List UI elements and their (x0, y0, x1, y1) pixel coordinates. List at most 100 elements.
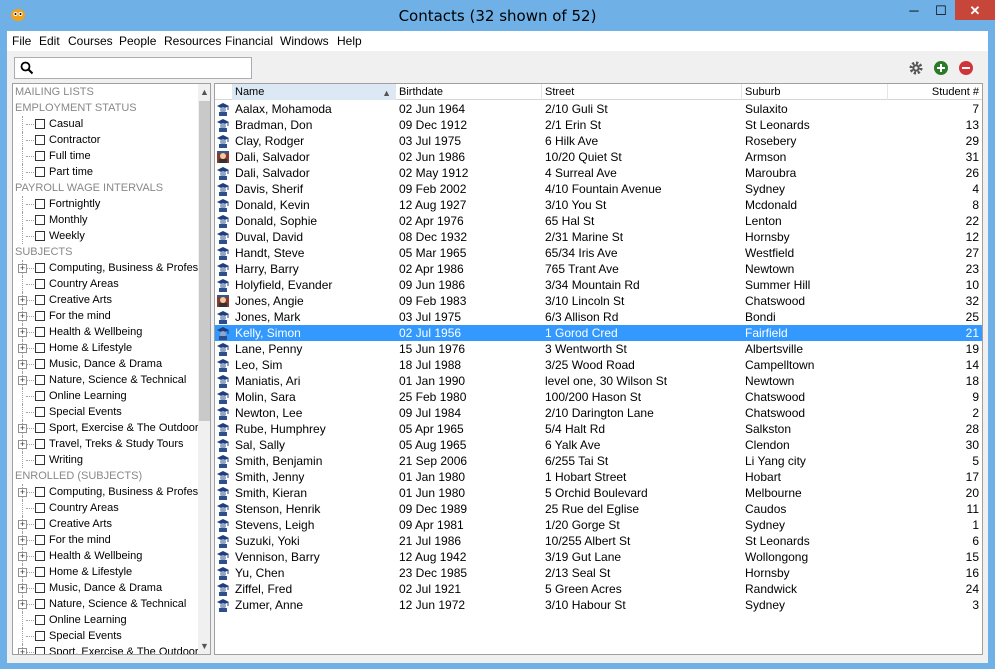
sidebar-item[interactable]: + Sport, Exercise & The Outdoor (13, 420, 199, 436)
sidebar-item[interactable]: Part time (13, 164, 198, 180)
search-box[interactable] (14, 57, 252, 79)
sidebar-checkbox[interactable] (35, 519, 45, 529)
table-row[interactable]: Jones, Mark 03 Jul 1975 6/3 Allison Rd Bond… (215, 309, 982, 325)
table-row[interactable]: Harry, Barry 02 Apr 1986 765 Trant Ave Newt… (215, 261, 982, 277)
sidebar-item[interactable]: + Home & Lifestyle (13, 564, 198, 580)
minimize-button[interactable]: ─ (900, 0, 928, 22)
sidebar-item[interactable]: Online Learning (13, 612, 198, 628)
sidebar-scrollbar[interactable]: ▲ ▼ (198, 84, 210, 654)
sidebar-checkbox[interactable] (35, 311, 45, 321)
sidebar-item[interactable]: + Nature, Science & Technical (13, 596, 198, 612)
sidebar-checkbox[interactable] (35, 615, 45, 625)
sidebar-tree[interactable]: MAILING LISTS EMPLOYMENT STATUS Casual Cont… (12, 83, 211, 655)
sidebar-checkbox[interactable] (35, 119, 45, 129)
table-row[interactable]: Handt, Steve 05 Mar 1965 65/34 Iris Ave Wes… (215, 245, 982, 261)
table-row[interactable]: Lane, Penny 15 Jun 1976 3 Wentworth St Albe… (215, 341, 982, 357)
column-header-street[interactable]: Street (542, 84, 742, 100)
sidebar-item[interactable]: Weekly (13, 228, 198, 244)
sidebar-checkbox[interactable] (35, 551, 45, 561)
sidebar-item[interactable]: + For the mind (13, 308, 198, 324)
close-button[interactable]: ✕ (955, 0, 995, 20)
table-row[interactable]: Davis, Sherif 09 Feb 2002 4/10 Fountain Av… (215, 181, 982, 197)
sidebar-item[interactable]: Online Learning (13, 388, 198, 404)
sidebar-item[interactable]: Country Areas (13, 500, 198, 516)
sidebar-item[interactable]: Contractor (13, 132, 198, 148)
table-row[interactable]: Stenson, Henrik 09 Dec 1989 25 Rue del Egl… (215, 501, 982, 517)
sidebar-item[interactable]: Monthly (13, 212, 198, 228)
sidebar-checkbox[interactable] (35, 343, 45, 353)
maximize-button[interactable]: ☐ (928, 0, 954, 22)
sidebar-item[interactable]: + Sport, Exercise & The Outdoor (13, 644, 199, 654)
expand-icon[interactable]: + (18, 344, 27, 353)
remove-icon[interactable] (958, 60, 974, 76)
menu-resources[interactable]: Resources (164, 34, 221, 48)
table-row[interactable]: Kelly, Simon 02 Jul 1956 1 Gorod Cred Fairf… (215, 325, 982, 341)
table-row[interactable]: Dali, Salvador 02 May 1912 4 Surreal Ave Ma… (215, 165, 982, 181)
table-row[interactable]: Donald, Kevin 12 Aug 1927 3/10 You St Mcdon… (215, 197, 982, 213)
table-row[interactable]: Zumer, Anne 12 Jun 1972 3/10 Habour St Sydn… (215, 597, 982, 613)
sidebar-item[interactable]: Full time (13, 148, 198, 164)
search-input[interactable] (39, 60, 247, 76)
table-row[interactable]: Aalax, Mohamoda 02 Jun 1964 2/10 Guli St Su… (215, 101, 982, 117)
column-header-suburb[interactable]: Suburb (742, 84, 888, 100)
table-row[interactable]: Donald, Sophie 02 Apr 1976 65 Hal St Lenton… (215, 213, 982, 229)
column-header-name[interactable]: Name ▲ (232, 84, 396, 100)
sidebar-item[interactable]: + Health & Wellbeing (13, 548, 198, 564)
sidebar-item[interactable]: Writing (13, 452, 198, 468)
sidebar-checkbox[interactable] (35, 583, 45, 593)
sidebar-checkbox[interactable] (35, 295, 45, 305)
add-icon[interactable] (933, 60, 949, 76)
sidebar-item[interactable]: Country Areas (13, 276, 198, 292)
sidebar-checkbox[interactable] (35, 215, 45, 225)
sidebar-checkbox[interactable] (35, 455, 45, 465)
sidebar-item[interactable]: Casual (13, 116, 198, 132)
expand-icon[interactable]: + (18, 440, 27, 449)
table-row[interactable]: Molin, Sara 25 Feb 1980 100/200 Hason St Ch… (215, 389, 982, 405)
sidebar-item[interactable]: + Music, Dance & Drama (13, 580, 198, 596)
table-row[interactable]: Clay, Rodger 03 Jul 1975 6 Hilk Ave Roseber… (215, 133, 982, 149)
table-row[interactable]: Yu, Chen 23 Dec 1985 2/13 Seal St Hornsby 16 (215, 565, 982, 581)
menu-help[interactable]: Help (337, 34, 362, 48)
table-row[interactable]: Smith, Benjamin 21 Sep 2006 6/255 Tai St Li… (215, 453, 982, 469)
sidebar-item[interactable]: + Travel, Treks & Study Tours (13, 436, 198, 452)
sidebar-checkbox[interactable] (35, 151, 45, 161)
menu-file[interactable]: File (12, 34, 31, 48)
gear-icon[interactable] (908, 60, 924, 76)
column-header-student-number[interactable]: Student # (888, 84, 982, 100)
expand-icon[interactable]: + (18, 536, 27, 545)
expand-icon[interactable]: + (18, 360, 27, 369)
sidebar-item[interactable]: + Nature, Science & Technical (13, 372, 198, 388)
table-row[interactable]: Smith, Jenny 01 Jan 1980 1 Hobart Street Ho… (215, 469, 982, 485)
sidebar-checkbox[interactable] (35, 439, 45, 449)
sidebar-checkbox[interactable] (35, 391, 45, 401)
column-header-birthdate[interactable]: Birthdate (396, 84, 542, 100)
sidebar-item[interactable]: + Music, Dance & Drama (13, 356, 198, 372)
sidebar-item[interactable]: + Computing, Business & Profes (13, 484, 198, 500)
expand-icon[interactable]: + (18, 568, 27, 577)
scroll-thumb[interactable] (199, 101, 210, 421)
expand-icon[interactable]: + (18, 312, 27, 321)
expand-icon[interactable]: + (18, 264, 27, 273)
expand-icon[interactable]: + (18, 584, 27, 593)
expand-icon[interactable]: + (18, 376, 27, 385)
sidebar-checkbox[interactable] (35, 199, 45, 209)
sidebar-item[interactable]: + Health & Wellbeing (13, 324, 198, 340)
expand-icon[interactable]: + (18, 552, 27, 561)
sidebar-item[interactable]: + For the mind (13, 532, 198, 548)
title-bar[interactable]: Contacts (32 shown of 52) ─ ☐ ✕ (0, 0, 995, 31)
sidebar-item[interactable]: Special Events (13, 404, 198, 420)
expand-icon[interactable]: + (18, 328, 27, 337)
sidebar-checkbox[interactable] (35, 503, 45, 513)
sidebar-item[interactable]: Fortnightly (13, 196, 198, 212)
table-row[interactable]: Smith, Kieran 01 Jun 1980 5 Orchid Bouleva… (215, 485, 982, 501)
sidebar-item[interactable]: Special Events (13, 628, 198, 644)
scroll-up-icon[interactable]: ▲ (198, 84, 210, 100)
table-row[interactable]: Maniatis, Ari 01 Jan 1990 level one, 30 Wi… (215, 373, 982, 389)
sidebar-checkbox[interactable] (35, 535, 45, 545)
sidebar-item[interactable]: + Home & Lifestyle (13, 340, 198, 356)
sidebar-item[interactable]: + Creative Arts (13, 516, 198, 532)
sidebar-checkbox[interactable] (35, 327, 45, 337)
table-row[interactable]: Stevens, Leigh 09 Apr 1981 1/20 Gorge St Sy… (215, 517, 982, 533)
menu-people[interactable]: People (119, 34, 156, 48)
menu-courses[interactable]: Courses (68, 34, 113, 48)
